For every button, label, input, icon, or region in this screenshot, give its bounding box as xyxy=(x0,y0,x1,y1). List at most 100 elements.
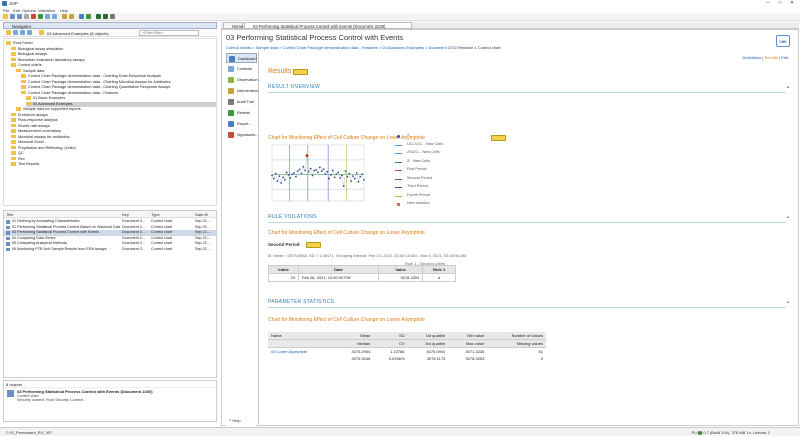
results-link[interactable]: Results xyxy=(764,55,777,60)
folder-icon xyxy=(11,156,16,161)
folder-icon xyxy=(11,134,16,139)
tree-node[interactable]: Microsoft Excel xyxy=(11,140,44,145)
document-icon xyxy=(7,390,14,397)
tree-node[interactable]: Control Chart Package demonstration data… xyxy=(21,80,171,85)
maximize-button[interactable]: □ xyxy=(774,0,786,7)
tree-node[interactable]: Rex xyxy=(11,157,25,162)
collapse-icon[interactable]: ▲ xyxy=(786,214,790,219)
filter-input[interactable]: <Enter filter> xyxy=(139,30,199,36)
tree-node[interactable]: Propitiation and Reflecting: (Unite) xyxy=(11,146,76,151)
tab-document[interactable]: 03 Performing Statistical Process Contro… xyxy=(244,22,412,29)
edit-link[interactable]: Edit xyxy=(781,55,788,60)
print-icon[interactable] xyxy=(24,14,29,19)
sidenav-icon xyxy=(229,56,235,62)
delete-icon[interactable] xyxy=(31,14,36,19)
undo-icon[interactable] xyxy=(62,14,67,19)
sidenav-icon xyxy=(228,110,234,116)
sidenav-item[interactable]: Audit Trail xyxy=(226,97,257,107)
back-icon[interactable] xyxy=(13,30,18,35)
search-icon[interactable] xyxy=(79,14,84,19)
tree-node[interactable]: Test Reports xyxy=(11,162,39,167)
table-row[interactable]: 06 Monitoring PTB Unit Sample Results fr… xyxy=(4,247,216,253)
collapse-icon[interactable]: ▲ xyxy=(786,84,790,89)
result-overview-heading[interactable]: RESULT OVERVIEW xyxy=(268,84,320,90)
forward-icon[interactable] xyxy=(20,30,25,35)
sidenav-item[interactable]: Report... xyxy=(226,119,257,129)
close-window-button[interactable]: ✕ xyxy=(786,0,798,7)
tree-node[interactable]: Endotoxin assays xyxy=(11,113,48,118)
rv-chart-title: Chart for Monitoring Effect of Cell Cult… xyxy=(268,230,425,236)
up-icon[interactable] xyxy=(27,30,32,35)
breadcrumb-item[interactable]: Document 2230 xyxy=(429,45,457,50)
status-bar: C:\S_Permanent_R\1_W7 PLA 5.0.7 (Build 1… xyxy=(0,427,800,436)
import-icon[interactable] xyxy=(45,14,50,19)
tree-node[interactable]: Biological assay simulation xyxy=(11,47,63,52)
save-all-icon[interactable] xyxy=(17,14,22,19)
validate-icon[interactable] xyxy=(103,14,108,19)
redo-icon[interactable] xyxy=(69,14,74,19)
tree-node[interactable]: Biological assays xyxy=(11,52,47,57)
home-folder-icon[interactable] xyxy=(6,30,11,35)
cell-count: 51 xyxy=(538,349,543,354)
data-point xyxy=(315,168,318,171)
data-point xyxy=(361,173,364,176)
rule-violations-heading[interactable]: RULE VIOLATIONS xyxy=(268,214,317,220)
parameter-statistics-heading[interactable]: PARAMETER STATISTICS xyxy=(268,299,334,305)
sidenav-label: Audit Trail xyxy=(237,100,254,104)
tree-node[interactable]: Sample data for supported reports xyxy=(16,107,81,112)
window-titlebar: JMP – □ ✕ xyxy=(0,0,800,7)
breadcrumb-item[interactable]: Control charts xyxy=(226,45,251,50)
save-icon[interactable] xyxy=(10,14,15,19)
breadcrumb-item[interactable]: 03 Advanced Examples xyxy=(382,45,424,50)
tree-node[interactable]: QC xyxy=(11,151,24,156)
collapse-icon[interactable]: ▲ xyxy=(786,299,790,304)
sidenav-item[interactable]: Refresh xyxy=(226,108,257,118)
tree-node[interactable]: Flow-response analysis xyxy=(11,118,58,123)
sidenav-item[interactable]: Observations xyxy=(226,75,259,85)
col-key[interactable]: Key xyxy=(122,212,129,217)
tree-node[interactable]: Sample data xyxy=(16,69,44,74)
tree-node[interactable]: Control Chart Package demonstration data… xyxy=(21,85,170,90)
refresh-icon[interactable] xyxy=(38,14,43,19)
legend-swatch xyxy=(395,161,402,163)
breadcrumb-item[interactable]: Sample data xyxy=(255,45,277,50)
sidenav-item[interactable]: Dashboard xyxy=(226,53,257,63)
chart-icon[interactable] xyxy=(86,14,91,19)
run-icon[interactable] xyxy=(96,14,101,19)
tree-node[interactable]: Root Folder xyxy=(6,41,33,46)
sidenav-item[interactable]: Interventions xyxy=(226,86,259,96)
export-icon[interactable] xyxy=(52,14,57,19)
tab-home[interactable]: Home xyxy=(223,22,243,29)
tree-node[interactable]: Microbial assays for antibiotics xyxy=(11,135,70,140)
tree-node[interactable]: Control Chart Package demonstration data… xyxy=(21,74,161,79)
settings-icon[interactable] xyxy=(110,14,115,19)
tree-node[interactable]: Biomarker evaluation laboratory assays xyxy=(11,58,84,63)
col-cv: CV xyxy=(373,339,408,348)
sidenav-item[interactable]: Signatures... xyxy=(226,130,258,140)
navigator-tab[interactable]: Navigator xyxy=(3,22,217,29)
breadcrumb-item[interactable]: Control Chart Package demonstration data… xyxy=(283,45,378,50)
tree-node[interactable]: Kinetic rate assays xyxy=(11,124,50,129)
tree-node-label: Test Reports xyxy=(18,162,40,166)
col-title[interactable]: Title xyxy=(6,212,13,217)
col-date[interactable]: Date M xyxy=(195,212,208,217)
minimize-button[interactable]: – xyxy=(762,0,774,7)
definitions-link[interactable]: Definitions xyxy=(742,55,761,60)
tree-node[interactable]: 01 Basic Examples xyxy=(26,96,65,101)
legend-label: New violation xyxy=(407,201,430,205)
col-date: Date xyxy=(297,265,379,274)
tree-node[interactable]: Control charts xyxy=(11,63,42,68)
tree-node[interactable]: Measurement uncertainty xyxy=(11,129,61,134)
tree-node[interactable]: 03 Advanced Examples xyxy=(26,101,216,107)
section-divider xyxy=(268,92,786,93)
sidenav-item[interactable]: Contents xyxy=(226,64,257,74)
help-link[interactable]: ? Help xyxy=(229,418,241,423)
legend-swatch xyxy=(395,178,402,180)
legend-swatch xyxy=(395,195,402,197)
open-folder-icon[interactable] xyxy=(3,14,8,19)
tree-node-label: Endotoxin assays xyxy=(18,112,48,117)
tree-node[interactable]: Control Chart Package demonstration data… xyxy=(21,91,118,96)
col-type[interactable]: Type xyxy=(151,212,160,217)
folder-icon xyxy=(11,52,16,56)
param-name[interactable]: 03 Lower Asymptote xyxy=(268,348,334,356)
